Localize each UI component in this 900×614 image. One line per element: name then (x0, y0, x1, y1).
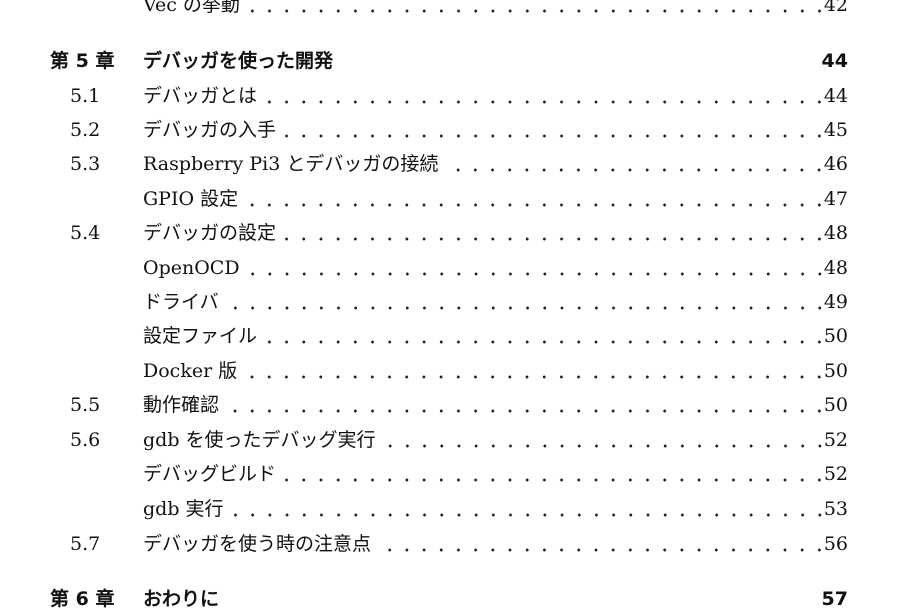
toc-entry-page: 50 (823, 360, 848, 382)
toc-chapter-5: 第 5 章 デバッガを使った開発 44 (0, 46, 900, 76)
table-of-contents: Vec の挙動 42 第 5 章 デバッガを使った開発 44 5.1 デバッガと… (0, 0, 900, 610)
dot-leader (379, 529, 828, 559)
dot-leader (231, 494, 828, 524)
toc-entry-title: GPIO 設定 (143, 188, 239, 210)
toc-entry-title: デバッガを使う時の注意点 (143, 533, 372, 555)
toc-entry: デバッグビルド 52 (0, 459, 900, 489)
dot-leader (284, 115, 828, 145)
dot-leader (265, 321, 828, 351)
dot-leader (245, 356, 828, 386)
toc-entry-page: 52 (823, 463, 848, 485)
dot-leader (247, 253, 828, 283)
chapter-title: デバッガを使った開発 (143, 50, 334, 72)
toc-entry: 5.7 デバッガを使う時の注意点 56 (0, 529, 900, 559)
toc-entry: gdb 実行 53 (0, 494, 900, 524)
toc-entry: 5.6 gdb を使ったデバッグ実行 52 (0, 425, 900, 455)
section-number: 5.2 (70, 119, 101, 141)
toc-entry-page: 56 (823, 533, 848, 555)
chapter-page: 57 (821, 588, 848, 610)
toc-entry: 5.4 デバッガの設定 48 (0, 218, 900, 248)
toc-entry-title: デバッガの設定 (143, 222, 277, 244)
toc-entry-title: 設定ファイル (143, 325, 258, 347)
dot-leader (247, 0, 828, 20)
toc-entry-title: OpenOCD (143, 257, 240, 279)
chapter-label: 第 6 章 (50, 588, 115, 610)
toc-entry: OpenOCD 48 (0, 253, 900, 283)
toc-entry: 設定ファイル 50 (0, 321, 900, 351)
toc-entry-page: 47 (823, 188, 848, 210)
toc-entry: 5.2 デバッガの入手 45 (0, 115, 900, 145)
section-number: 5.1 (70, 85, 101, 107)
toc-entry-title: デバッガの入手 (143, 119, 277, 141)
section-number: 5.3 (70, 153, 101, 175)
toc-entry-title: Vec の挙動 (143, 0, 240, 16)
toc-entry-vec: Vec の挙動 42 (0, 0, 900, 20)
dot-leader (246, 184, 828, 214)
toc-entry-page: 42 (823, 0, 848, 16)
toc-entry-page: 53 (823, 498, 848, 520)
toc-entry-title: gdb 実行 (143, 498, 224, 520)
toc-entry-title: デバッグビルド (143, 463, 277, 485)
toc-entry: 5.3 Raspberry Pi3 とデバッガの接続 46 (0, 149, 900, 179)
toc-entry-title: gdb を使ったデバッグ実行 (143, 429, 376, 451)
dot-leader (446, 149, 828, 179)
toc-entry-page: 52 (823, 429, 848, 451)
dot-leader (226, 287, 828, 317)
toc-entry: GPIO 設定 47 (0, 184, 900, 214)
dot-leader (383, 425, 828, 455)
dot-leader (227, 390, 828, 420)
toc-entry: Docker 版 50 (0, 356, 900, 386)
toc-chapter-6: 第 6 章 おわりに 57 (0, 584, 900, 614)
chapter-title: おわりに (143, 588, 220, 610)
dot-leader (265, 81, 828, 111)
section-number: 5.7 (70, 533, 101, 555)
toc-entry-title: 動作確認 (143, 394, 220, 416)
toc-entry-page: 48 (823, 222, 848, 244)
toc-entry-page: 49 (823, 291, 848, 313)
chapter-page: 44 (821, 50, 848, 72)
toc-entry-title: Raspberry Pi3 とデバッガの接続 (143, 153, 439, 175)
toc-entry-page: 50 (823, 325, 848, 347)
toc-entry: 5.1 デバッガとは 44 (0, 81, 900, 111)
toc-entry: 5.5 動作確認 50 (0, 390, 900, 420)
dot-leader (284, 459, 828, 489)
toc-entry-title: デバッガとは (143, 85, 258, 107)
toc-entry-page: 50 (823, 394, 848, 416)
toc-entry-page: 45 (823, 119, 848, 141)
section-number: 5.5 (70, 394, 101, 416)
toc-entry: ドライバ 49 (0, 287, 900, 317)
toc-entry-title: ドライバ (143, 291, 219, 313)
toc-entry-page: 44 (823, 85, 848, 107)
dot-leader (284, 218, 828, 248)
toc-entry-page: 46 (823, 153, 848, 175)
section-number: 5.4 (70, 222, 101, 244)
toc-entry-page: 48 (823, 257, 848, 279)
section-number: 5.6 (70, 429, 101, 451)
chapter-label: 第 5 章 (50, 50, 115, 72)
toc-entry-title: Docker 版 (143, 360, 238, 382)
